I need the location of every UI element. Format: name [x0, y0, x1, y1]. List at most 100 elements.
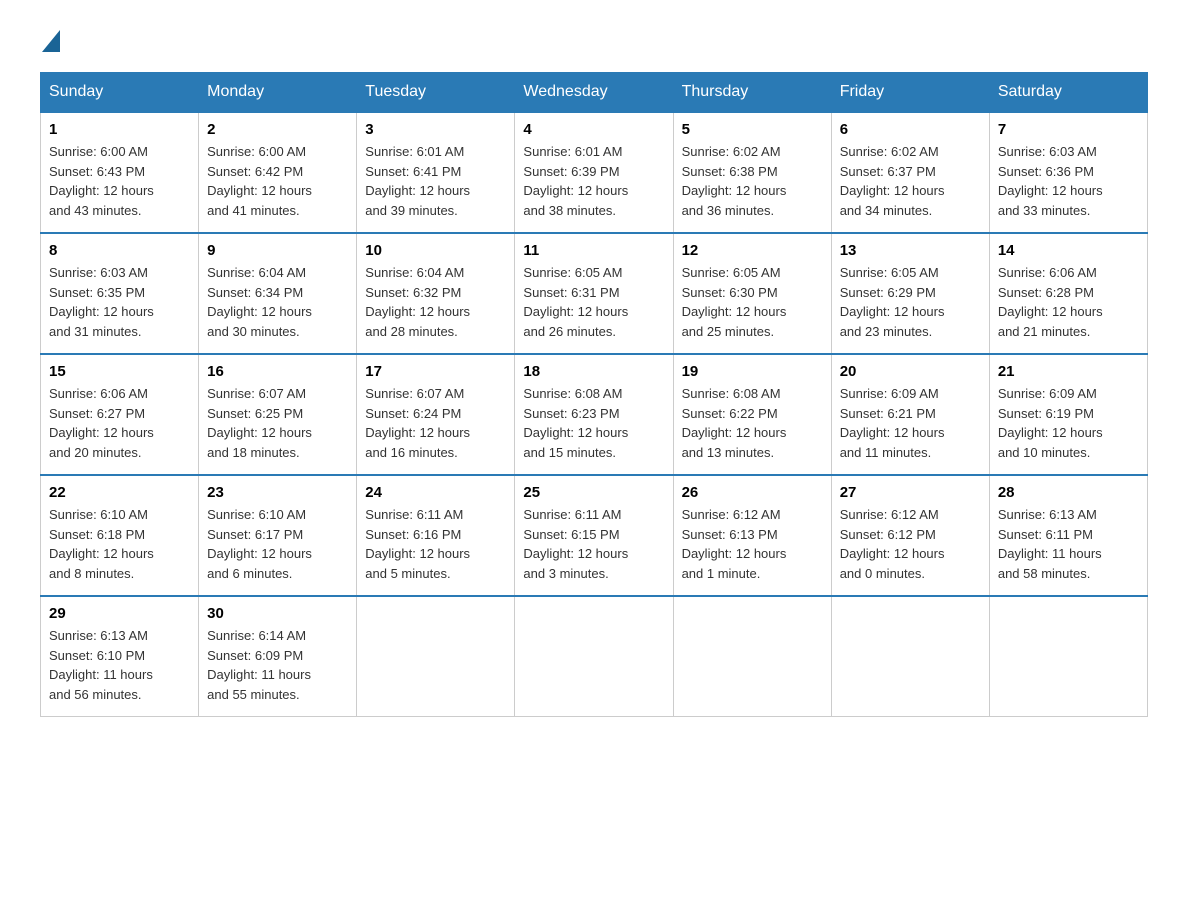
day-number: 11	[523, 242, 664, 259]
day-number: 18	[523, 363, 664, 380]
calendar-cell: 29 Sunrise: 6:13 AMSunset: 6:10 PMDaylig…	[41, 596, 199, 717]
day-number: 17	[365, 363, 506, 380]
day-number: 14	[998, 242, 1139, 259]
calendar-cell: 24 Sunrise: 6:11 AMSunset: 6:16 PMDaylig…	[357, 475, 515, 596]
day-info: Sunrise: 6:13 AMSunset: 6:10 PMDaylight:…	[49, 626, 190, 704]
calendar-cell: 17 Sunrise: 6:07 AMSunset: 6:24 PMDaylig…	[357, 354, 515, 475]
calendar-cell	[989, 596, 1147, 717]
day-number: 27	[840, 484, 981, 501]
calendar-cell: 18 Sunrise: 6:08 AMSunset: 6:23 PMDaylig…	[515, 354, 673, 475]
day-number: 28	[998, 484, 1139, 501]
calendar-cell: 11 Sunrise: 6:05 AMSunset: 6:31 PMDaylig…	[515, 233, 673, 354]
day-info: Sunrise: 6:06 AMSunset: 6:28 PMDaylight:…	[998, 263, 1139, 341]
day-info: Sunrise: 6:10 AMSunset: 6:17 PMDaylight:…	[207, 505, 348, 583]
calendar-cell: 9 Sunrise: 6:04 AMSunset: 6:34 PMDayligh…	[199, 233, 357, 354]
day-info: Sunrise: 6:09 AMSunset: 6:19 PMDaylight:…	[998, 384, 1139, 462]
day-info: Sunrise: 6:04 AMSunset: 6:34 PMDaylight:…	[207, 263, 348, 341]
calendar-cell: 25 Sunrise: 6:11 AMSunset: 6:15 PMDaylig…	[515, 475, 673, 596]
day-info: Sunrise: 6:12 AMSunset: 6:12 PMDaylight:…	[840, 505, 981, 583]
day-number: 16	[207, 363, 348, 380]
day-number: 13	[840, 242, 981, 259]
col-header-tuesday: Tuesday	[357, 73, 515, 113]
day-info: Sunrise: 6:06 AMSunset: 6:27 PMDaylight:…	[49, 384, 190, 462]
calendar-cell: 14 Sunrise: 6:06 AMSunset: 6:28 PMDaylig…	[989, 233, 1147, 354]
day-number: 2	[207, 121, 348, 138]
day-info: Sunrise: 6:05 AMSunset: 6:29 PMDaylight:…	[840, 263, 981, 341]
logo-triangle-icon	[42, 30, 60, 52]
calendar-header-row: SundayMondayTuesdayWednesdayThursdayFrid…	[41, 73, 1148, 113]
day-number: 7	[998, 121, 1139, 138]
day-info: Sunrise: 6:07 AMSunset: 6:24 PMDaylight:…	[365, 384, 506, 462]
day-number: 3	[365, 121, 506, 138]
day-number: 25	[523, 484, 664, 501]
calendar-cell	[357, 596, 515, 717]
calendar-cell	[515, 596, 673, 717]
calendar-cell: 8 Sunrise: 6:03 AMSunset: 6:35 PMDayligh…	[41, 233, 199, 354]
day-number: 15	[49, 363, 190, 380]
calendar-cell: 19 Sunrise: 6:08 AMSunset: 6:22 PMDaylig…	[673, 354, 831, 475]
calendar-cell: 12 Sunrise: 6:05 AMSunset: 6:30 PMDaylig…	[673, 233, 831, 354]
day-info: Sunrise: 6:11 AMSunset: 6:15 PMDaylight:…	[523, 505, 664, 583]
day-info: Sunrise: 6:09 AMSunset: 6:21 PMDaylight:…	[840, 384, 981, 462]
calendar-cell: 28 Sunrise: 6:13 AMSunset: 6:11 PMDaylig…	[989, 475, 1147, 596]
logo	[40, 30, 62, 52]
calendar-cell: 7 Sunrise: 6:03 AMSunset: 6:36 PMDayligh…	[989, 112, 1147, 233]
calendar-cell: 23 Sunrise: 6:10 AMSunset: 6:17 PMDaylig…	[199, 475, 357, 596]
day-number: 12	[682, 242, 823, 259]
day-info: Sunrise: 6:02 AMSunset: 6:38 PMDaylight:…	[682, 142, 823, 220]
day-number: 5	[682, 121, 823, 138]
calendar-cell: 16 Sunrise: 6:07 AMSunset: 6:25 PMDaylig…	[199, 354, 357, 475]
day-info: Sunrise: 6:08 AMSunset: 6:23 PMDaylight:…	[523, 384, 664, 462]
col-header-wednesday: Wednesday	[515, 73, 673, 113]
calendar-cell: 2 Sunrise: 6:00 AMSunset: 6:42 PMDayligh…	[199, 112, 357, 233]
col-header-friday: Friday	[831, 73, 989, 113]
day-number: 22	[49, 484, 190, 501]
calendar-cell: 1 Sunrise: 6:00 AMSunset: 6:43 PMDayligh…	[41, 112, 199, 233]
day-info: Sunrise: 6:03 AMSunset: 6:36 PMDaylight:…	[998, 142, 1139, 220]
day-number: 23	[207, 484, 348, 501]
day-info: Sunrise: 6:11 AMSunset: 6:16 PMDaylight:…	[365, 505, 506, 583]
day-info: Sunrise: 6:14 AMSunset: 6:09 PMDaylight:…	[207, 626, 348, 704]
calendar-cell: 13 Sunrise: 6:05 AMSunset: 6:29 PMDaylig…	[831, 233, 989, 354]
day-info: Sunrise: 6:05 AMSunset: 6:31 PMDaylight:…	[523, 263, 664, 341]
day-number: 6	[840, 121, 981, 138]
col-header-monday: Monday	[199, 73, 357, 113]
calendar-cell	[673, 596, 831, 717]
day-number: 10	[365, 242, 506, 259]
day-info: Sunrise: 6:05 AMSunset: 6:30 PMDaylight:…	[682, 263, 823, 341]
day-info: Sunrise: 6:01 AMSunset: 6:41 PMDaylight:…	[365, 142, 506, 220]
day-number: 20	[840, 363, 981, 380]
calendar-cell: 10 Sunrise: 6:04 AMSunset: 6:32 PMDaylig…	[357, 233, 515, 354]
calendar-cell: 22 Sunrise: 6:10 AMSunset: 6:18 PMDaylig…	[41, 475, 199, 596]
calendar-cell: 15 Sunrise: 6:06 AMSunset: 6:27 PMDaylig…	[41, 354, 199, 475]
calendar-cell: 26 Sunrise: 6:12 AMSunset: 6:13 PMDaylig…	[673, 475, 831, 596]
day-info: Sunrise: 6:01 AMSunset: 6:39 PMDaylight:…	[523, 142, 664, 220]
calendar-week-row: 1 Sunrise: 6:00 AMSunset: 6:43 PMDayligh…	[41, 112, 1148, 233]
col-header-thursday: Thursday	[673, 73, 831, 113]
day-info: Sunrise: 6:10 AMSunset: 6:18 PMDaylight:…	[49, 505, 190, 583]
calendar-week-row: 15 Sunrise: 6:06 AMSunset: 6:27 PMDaylig…	[41, 354, 1148, 475]
day-number: 24	[365, 484, 506, 501]
day-number: 19	[682, 363, 823, 380]
col-header-sunday: Sunday	[41, 73, 199, 113]
calendar-cell: 21 Sunrise: 6:09 AMSunset: 6:19 PMDaylig…	[989, 354, 1147, 475]
day-number: 4	[523, 121, 664, 138]
day-number: 21	[998, 363, 1139, 380]
day-number: 9	[207, 242, 348, 259]
calendar-week-row: 8 Sunrise: 6:03 AMSunset: 6:35 PMDayligh…	[41, 233, 1148, 354]
calendar-cell	[831, 596, 989, 717]
calendar-cell: 3 Sunrise: 6:01 AMSunset: 6:41 PMDayligh…	[357, 112, 515, 233]
day-info: Sunrise: 6:00 AMSunset: 6:42 PMDaylight:…	[207, 142, 348, 220]
day-info: Sunrise: 6:08 AMSunset: 6:22 PMDaylight:…	[682, 384, 823, 462]
day-number: 1	[49, 121, 190, 138]
day-info: Sunrise: 6:04 AMSunset: 6:32 PMDaylight:…	[365, 263, 506, 341]
day-info: Sunrise: 6:02 AMSunset: 6:37 PMDaylight:…	[840, 142, 981, 220]
day-info: Sunrise: 6:12 AMSunset: 6:13 PMDaylight:…	[682, 505, 823, 583]
day-number: 30	[207, 605, 348, 622]
day-info: Sunrise: 6:13 AMSunset: 6:11 PMDaylight:…	[998, 505, 1139, 583]
calendar-cell: 5 Sunrise: 6:02 AMSunset: 6:38 PMDayligh…	[673, 112, 831, 233]
calendar-week-row: 29 Sunrise: 6:13 AMSunset: 6:10 PMDaylig…	[41, 596, 1148, 717]
calendar-table: SundayMondayTuesdayWednesdayThursdayFrid…	[40, 72, 1148, 717]
calendar-week-row: 22 Sunrise: 6:10 AMSunset: 6:18 PMDaylig…	[41, 475, 1148, 596]
day-info: Sunrise: 6:03 AMSunset: 6:35 PMDaylight:…	[49, 263, 190, 341]
